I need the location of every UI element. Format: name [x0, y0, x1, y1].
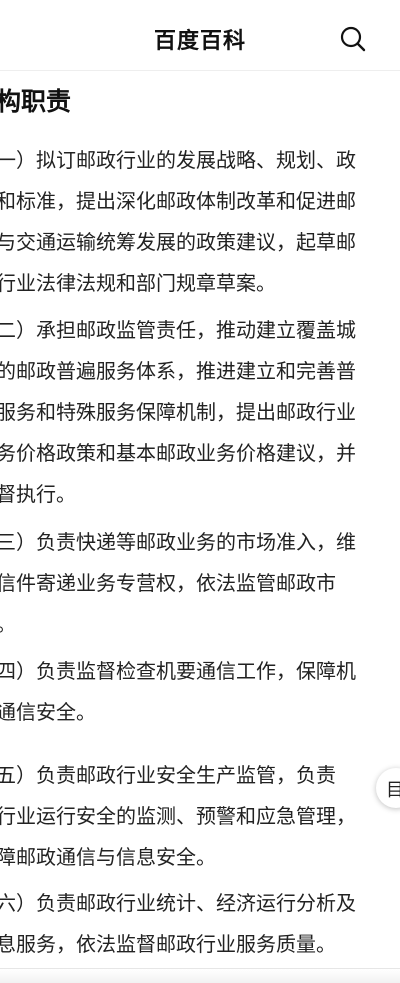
paragraph-line: 服务和特殊服务保障机制，提出邮政行业	[0, 400, 356, 424]
paragraph-line: 一）拟订邮政行业的发展战略、规划、政	[0, 148, 356, 172]
duty-paragraph-3: 三）负责快递等邮政业务的市场准入，维 信件寄递业务专营权，依法监管邮政市 。	[0, 522, 400, 645]
paragraph-line: 二）承担邮政监管责任，推动建立覆盖城	[0, 318, 356, 342]
table-of-contents-label: 目	[386, 780, 400, 801]
top-bar: 百度百科	[0, 0, 400, 71]
duty-paragraph-5: 五）负责邮政行业安全生产监管，负责 行业运行安全的监测、预警和应急管理， 障邮政…	[0, 755, 400, 878]
search-icon	[340, 26, 366, 52]
paragraph-line: 的邮政普遍服务体系，推进建立和完善普	[0, 359, 356, 383]
paragraph-line: 息服务，依法监督邮政行业服务质量。	[0, 932, 336, 956]
duty-paragraph-6: 六）负责邮政行业统计、经济运行分析及 息服务，依法监督邮政行业服务质量。	[0, 883, 400, 965]
paragraph-line: 行业法律法规和部门规章草案。	[0, 271, 276, 295]
paragraph-line: 。	[0, 604, 400, 645]
paragraph-line: 和标准，提出深化邮政体制改革和促进邮	[0, 189, 356, 213]
section-heading: 构职责	[0, 87, 72, 116]
duty-paragraph-1: 一）拟订邮政行业的发展战略、规划、政 和标准，提出深化邮政体制改革和促进邮 与交…	[0, 140, 400, 304]
paragraph-line: 六）负责邮政行业统计、经济运行分析及	[0, 891, 356, 915]
paragraph-line: 务价格政策和基本邮政业务价格建议，并	[0, 441, 356, 465]
paragraph-line: 督执行。	[0, 482, 76, 506]
paragraph-line: 障邮政通信与信息安全。	[0, 845, 216, 869]
search-button[interactable]	[338, 24, 368, 54]
bottom-toolbar	[0, 968, 400, 983]
paragraph-line: 通信安全。	[0, 700, 96, 724]
paragraph-line: 行业运行安全的监测、预警和应急管理，	[0, 804, 356, 828]
paragraph-line: 信件寄递业务专营权，依法监管邮政市	[0, 571, 336, 595]
duty-paragraph-2: 二）承担邮政监管责任，推动建立覆盖城 的邮政普遍服务体系，推进建立和完善普 服务…	[0, 310, 400, 515]
paragraph-line: 五）负责邮政行业安全生产监管，负责	[0, 763, 336, 787]
duty-paragraph-4: 四）负责监督检查机要通信工作，保障机 通信安全。	[0, 651, 400, 733]
paragraph-line: 三）负责快递等邮政业务的市场准入，维	[0, 530, 356, 554]
paragraph-line: 与交通运输统筹发展的政策建议，起草邮	[0, 230, 356, 254]
paragraph-line: 四）负责监督检查机要通信工作，保障机	[0, 659, 356, 683]
